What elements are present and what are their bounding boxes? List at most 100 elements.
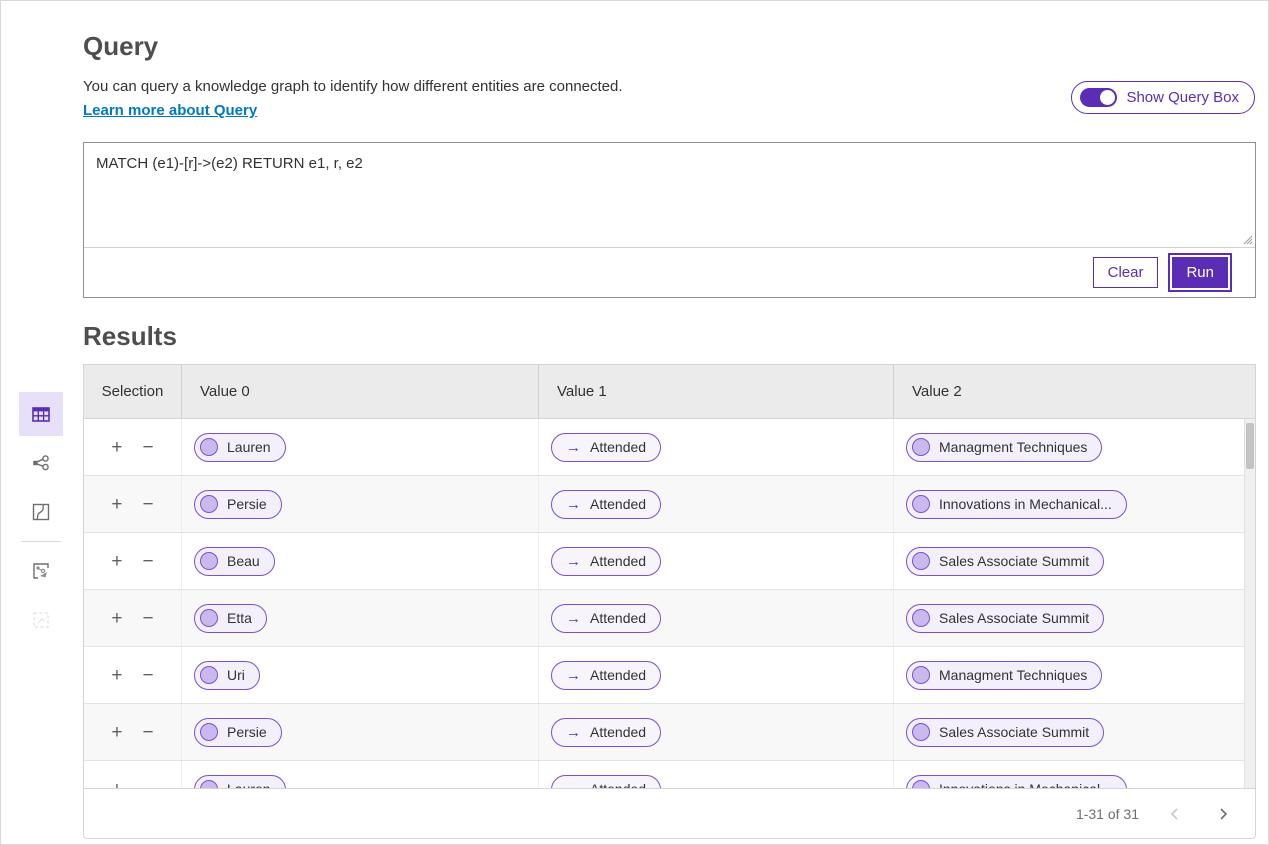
relationship-label: Attended [590,496,646,512]
column-header-value0: Value 0 [182,365,539,418]
relationship-arrow-icon: → [566,667,581,684]
new-link-chart-icon [30,560,52,582]
remove-from-selection-button[interactable]: − [141,550,156,573]
value2-cell: Managment Techniques [894,419,1255,475]
entity-node-icon [912,438,930,456]
value1-cell: → Attended [539,647,894,703]
column-header-value1: Value 1 [539,365,894,418]
entity-label: Sales Associate Summit [939,553,1089,569]
remove-from-selection-button[interactable]: − [141,493,156,516]
entity-pill[interactable]: Persie [194,718,282,747]
selection-cell: + − [84,419,182,475]
relationship-pill[interactable]: → Attended [551,661,661,690]
add-to-selection-button[interactable]: + [109,664,124,687]
remove-from-selection-button[interactable]: − [141,607,156,630]
entity-label: Persie [227,496,267,512]
show-query-box-toggle[interactable]: Show Query Box [1071,81,1255,114]
add-to-selection-button[interactable]: + [109,721,124,744]
relationship-arrow-icon: → [566,610,581,627]
relationship-pill[interactable]: → Attended [551,604,661,633]
relationship-pill[interactable]: → Attended [551,775,661,789]
page-description: You can query a knowledge graph to ident… [83,78,623,95]
relationship-arrow-icon: → [566,781,581,789]
sidebar-item-link-chart-view[interactable] [19,441,63,485]
entity-pill[interactable]: Etta [194,604,267,633]
resize-handle-icon[interactable] [1241,233,1253,245]
entity-pill[interactable]: Lauren [194,775,286,789]
entity-pill[interactable]: Sales Associate Summit [906,718,1104,747]
entity-node-icon [912,609,930,627]
entity-label: Innovations in Mechanical... [939,781,1112,788]
remove-from-selection-button[interactable]: − [141,664,156,687]
value1-cell: → Attended [539,419,894,475]
run-button[interactable]: Run [1172,257,1228,288]
query-input[interactable]: MATCH (e1)-[r]->(e2) RETURN e1, r, e2 [84,143,1255,247]
entity-pill[interactable]: Innovations in Mechanical... [906,775,1127,789]
table-row: + − Persie → Attended Sales Associate Su… [84,704,1255,761]
remove-from-selection-button[interactable]: − [141,436,156,459]
link-chart-icon [30,452,52,474]
entity-node-icon [200,552,218,570]
entity-pill[interactable]: Persie [194,490,282,519]
add-to-selection-button[interactable]: + [109,607,124,630]
remove-from-selection-button[interactable]: − [141,778,156,789]
entity-label: Uri [227,667,245,683]
sidebar-item-map-view[interactable] [19,490,63,534]
entity-label: Lauren [227,781,271,788]
page-title: Query [83,31,158,62]
value1-cell: → Attended [539,590,894,646]
entity-label: Lauren [227,439,271,455]
remove-from-selection-button[interactable]: − [141,721,156,744]
sidebar-item-table-view[interactable] [19,392,63,436]
query-editor-panel: MATCH (e1)-[r]->(e2) RETURN e1, r, e2 Cl… [83,142,1256,298]
add-to-selection-button[interactable]: + [109,436,124,459]
results-table-header: Selection Value 0 Value 1 Value 2 [84,365,1255,419]
entity-pill[interactable]: Innovations in Mechanical... [906,490,1127,519]
table-scrollbar-thumb[interactable] [1246,423,1254,469]
table-row: + − Lauren → Attended Innovations in Mec… [84,761,1255,788]
entity-pill[interactable]: Beau [194,547,275,576]
entity-label: Managment Techniques [939,439,1087,455]
relationship-arrow-icon: → [566,724,581,741]
selection-cell: + − [84,704,182,760]
new-map-icon [30,609,52,631]
entity-pill[interactable]: Sales Associate Summit [906,547,1104,576]
entity-label: Persie [227,724,267,740]
table-row: + − Uri → Attended Managment Techniques [84,647,1255,704]
relationship-arrow-icon: → [566,553,581,570]
entity-pill[interactable]: Lauren [194,433,286,462]
sidebar-item-new-link-chart[interactable] [19,549,63,593]
table-icon [30,403,52,425]
add-to-selection-button[interactable]: + [109,493,124,516]
table-row: + − Etta → Attended Sales Associate Summ… [84,590,1255,647]
relationship-pill[interactable]: → Attended [551,718,661,747]
relationship-label: Attended [590,610,646,626]
value2-cell: Sales Associate Summit [894,533,1255,589]
previous-page-button[interactable] [1163,802,1187,826]
value1-cell: → Attended [539,704,894,760]
toggle-switch-icon[interactable] [1080,88,1117,107]
selection-cell: + − [84,590,182,646]
entity-node-icon [200,609,218,627]
relationship-pill[interactable]: → Attended [551,433,661,462]
learn-more-link[interactable]: Learn more about Query [83,102,257,119]
add-to-selection-button[interactable]: + [109,550,124,573]
query-editor-footer: Clear Run [84,248,1255,297]
entity-label: Managment Techniques [939,667,1087,683]
relationship-pill[interactable]: → Attended [551,490,661,519]
next-page-button[interactable] [1211,802,1235,826]
value2-cell: Managment Techniques [894,647,1255,703]
entity-node-icon [200,780,218,788]
add-to-selection-button[interactable]: + [109,778,124,789]
entity-pill[interactable]: Uri [194,661,260,690]
clear-button[interactable]: Clear [1093,257,1159,288]
value2-cell: Sales Associate Summit [894,590,1255,646]
relationship-pill[interactable]: → Attended [551,547,661,576]
value0-cell: Persie [182,704,539,760]
table-scrollbar[interactable] [1244,419,1255,788]
entity-label: Etta [227,610,252,626]
entity-pill[interactable]: Managment Techniques [906,433,1102,462]
entity-pill[interactable]: Sales Associate Summit [906,604,1104,633]
view-sidebar [17,392,65,642]
entity-pill[interactable]: Managment Techniques [906,661,1102,690]
